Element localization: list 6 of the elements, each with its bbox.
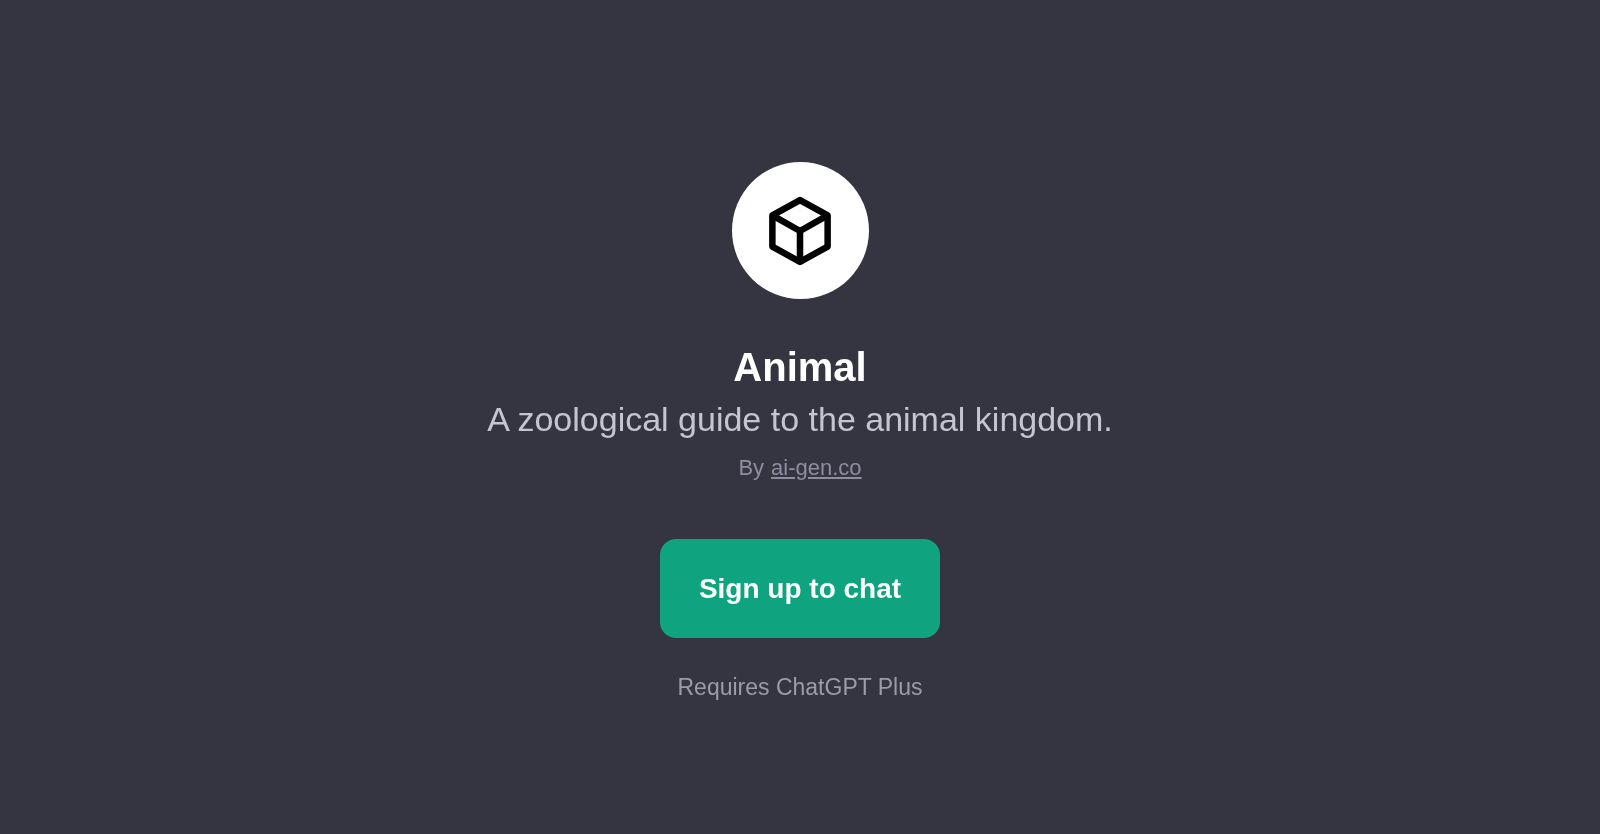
author-prefix: By <box>738 455 765 481</box>
author-link[interactable]: ai-gen.co <box>771 455 862 481</box>
gpt-description: A zoological guide to the animal kingdom. <box>487 399 1113 440</box>
gpt-title: Animal <box>733 344 867 391</box>
requirement-note: Requires ChatGPT Plus <box>677 674 923 701</box>
sign-up-button[interactable]: Sign up to chat <box>660 539 940 638</box>
